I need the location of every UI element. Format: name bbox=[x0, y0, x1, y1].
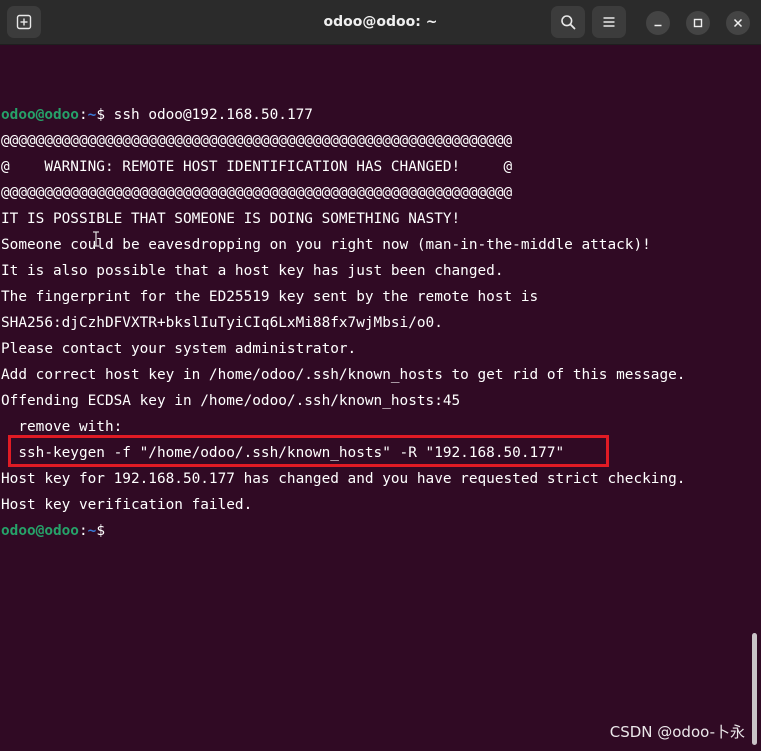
output-line: @ WARNING: REMOTE HOST IDENTIFICATION HA… bbox=[1, 159, 513, 175]
output-line: Add correct host key in /home/odoo/.ssh/… bbox=[1, 367, 686, 383]
search-button[interactable] bbox=[551, 6, 585, 38]
prompt-separator: : bbox=[78, 107, 88, 123]
scrollbar-thumb[interactable] bbox=[752, 633, 757, 745]
prompt-line: odoo@odoo:~$ ssh odoo@192.168.50.177 bbox=[1, 105, 313, 125]
highlight-box bbox=[8, 435, 609, 467]
output-line: Please contact your system administrator… bbox=[1, 341, 357, 357]
title-bar: odoo@odoo: ~ bbox=[0, 0, 761, 45]
output-line: Host key for 192.168.50.177 has changed … bbox=[1, 471, 686, 487]
prompt-user: odoo@odoo bbox=[1, 107, 79, 123]
text-cursor-icon bbox=[92, 231, 100, 247]
output-line: @@@@@@@@@@@@@@@@@@@@@@@@@@@@@@@@@@@@@@@@… bbox=[1, 185, 513, 201]
terminal-output[interactable]: odoo@odoo:~$ ssh odoo@192.168.50.177 @@@… bbox=[0, 45, 761, 751]
command-text: ssh odoo@192.168.50.177 bbox=[105, 107, 313, 123]
output-line: IT IS POSSIBLE THAT SOMEONE IS DOING SOM… bbox=[1, 211, 461, 227]
output-line: Offending ECDSA key in /home/odoo/.ssh/k… bbox=[1, 393, 461, 409]
prompt-symbol: $ bbox=[96, 107, 105, 123]
prompt-line: odoo@odoo:~$ bbox=[1, 521, 105, 541]
output-line: The fingerprint for the ED25519 key sent… bbox=[1, 289, 539, 305]
terminal-window: odoo@odoo: ~ odoo@odoo:~$ ssh odoo@192.1… bbox=[0, 0, 761, 751]
output-line: @@@@@@@@@@@@@@@@@@@@@@@@@@@@@@@@@@@@@@@@… bbox=[1, 133, 513, 149]
menu-button[interactable] bbox=[592, 6, 626, 38]
minimize-button[interactable] bbox=[646, 11, 670, 35]
prompt-user: odoo@odoo bbox=[1, 523, 79, 539]
output-line: remove with: bbox=[1, 419, 123, 435]
prompt-symbol: $ bbox=[96, 523, 105, 539]
maximize-button[interactable] bbox=[686, 11, 710, 35]
close-button[interactable] bbox=[726, 11, 750, 35]
output-line: Host key verification failed. bbox=[1, 497, 253, 513]
prompt-separator: : bbox=[78, 523, 88, 539]
output-line: SHA256:djCzhDFVXTR+bkslIuTyiCIq6LxMi88fx… bbox=[1, 315, 443, 331]
output-line: It is also possible that a host key has … bbox=[1, 263, 504, 279]
watermark: CSDN @odoo-卜永 bbox=[609, 723, 745, 741]
